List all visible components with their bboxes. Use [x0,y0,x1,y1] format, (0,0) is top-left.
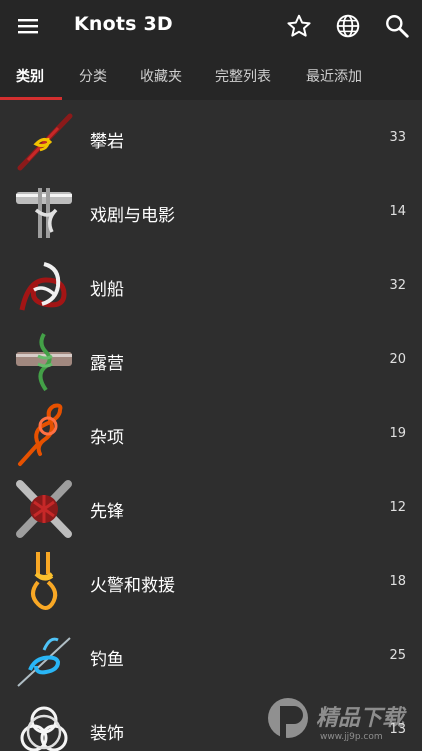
category-count: 19 [389,426,406,441]
pipe-knot-icon [14,180,74,246]
category-label: 先锋 [90,502,124,522]
toolbar: Knots 3D [0,0,422,52]
category-label: 钓鱼 [90,650,124,670]
watermark-url: www.jj9p.com [320,732,383,742]
category-label: 戏剧与电影 [90,206,175,226]
category-count: 14 [389,204,406,219]
category-row-climbing[interactable]: 攀岩 33 [0,102,422,176]
star-icon[interactable] [285,12,313,40]
tab-favorites[interactable]: 收藏夹 [140,66,182,86]
category-count: 18 [389,574,406,589]
category-row-pioneering[interactable]: 先锋 12 [0,472,422,546]
watermark-text: 精品下载 [316,706,405,731]
category-label: 露营 [90,354,124,374]
category-label: 划船 [90,280,124,300]
category-count: 20 [389,352,406,367]
watermark: 精品下载 www.jj9p.com [260,690,422,751]
climbing-knot-icon [14,106,74,172]
misc-knot-icon [14,402,74,468]
tab-recently-added[interactable]: 最近添加 [306,66,362,86]
category-label: 火警和救援 [90,576,175,596]
category-count: 33 [389,130,406,145]
category-row-boating[interactable]: 划船 32 [0,250,422,324]
search-icon[interactable] [383,12,411,40]
app-bar: Knots 3D 类别 分类 收藏夹 完整列表 最近添加 [0,0,422,100]
category-row-camping[interactable]: 露营 20 [0,324,422,398]
category-row-misc[interactable]: 杂项 19 [0,398,422,472]
tab-bar: 类别 分类 收藏夹 完整列表 最近添加 [0,52,422,100]
category-row-fishing[interactable]: 钓鱼 25 [0,620,422,694]
category-label: 攀岩 [90,132,124,152]
category-row-theater-film[interactable]: 戏剧与电影 14 [0,176,422,250]
category-count: 25 [389,648,406,663]
watermark-logo-icon [268,698,308,738]
category-count: 32 [389,278,406,293]
boating-knot-icon [14,254,74,320]
category-row-fire-rescue[interactable]: 火警和救援 18 [0,546,422,620]
tab-classification[interactable]: 分类 [79,66,107,86]
decorative-knot-icon [14,698,74,751]
category-label: 装饰 [90,724,124,744]
tab-full-list[interactable]: 完整列表 [215,66,271,86]
globe-icon[interactable] [334,12,362,40]
category-list: 攀岩 33 戏剧与电影 14 划船 32 露营 20 杂项 19 先锋 12 火… [0,100,422,751]
tab-categories[interactable]: 类别 [16,66,44,86]
fishing-knot-icon [14,624,74,690]
app-title: Knots 3D [74,13,173,35]
pioneering-knot-icon [14,476,74,542]
category-count: 12 [389,500,406,515]
category-label: 杂项 [90,428,124,448]
camping-knot-icon [14,328,74,394]
menu-icon[interactable] [14,14,42,38]
fire-rescue-knot-icon [14,550,74,616]
